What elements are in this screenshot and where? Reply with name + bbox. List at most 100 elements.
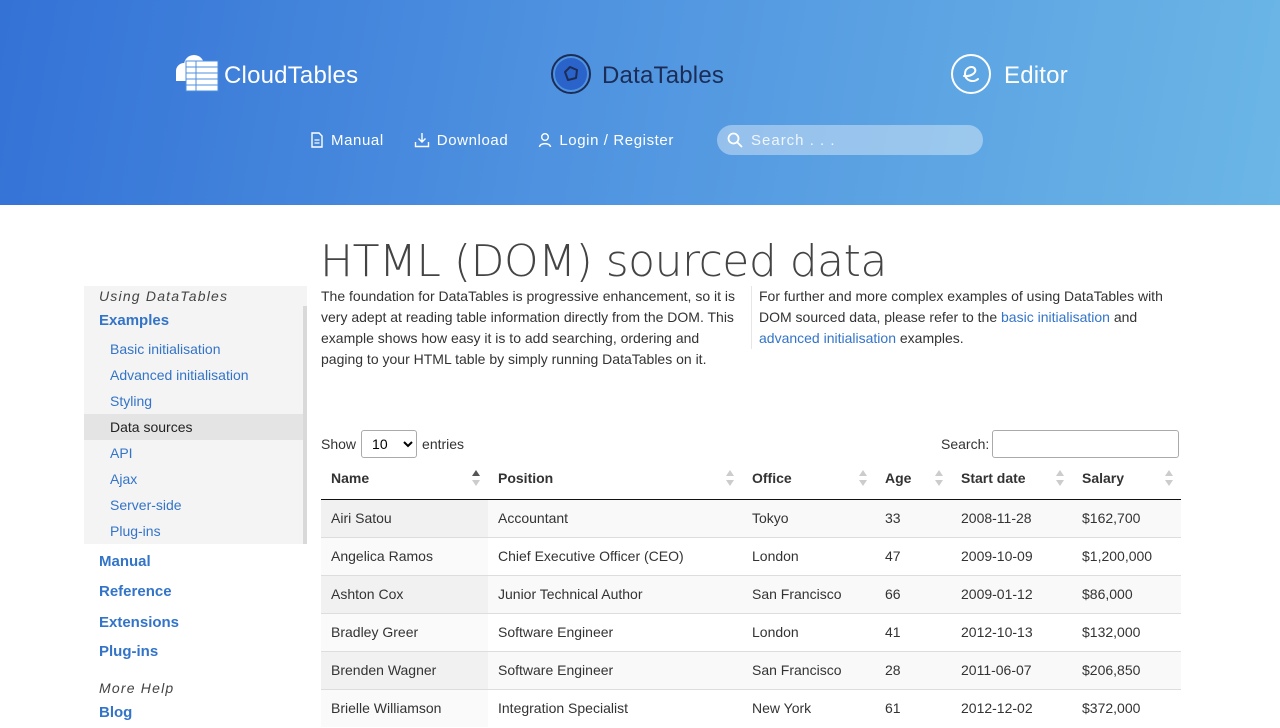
sidebar-more-help-heading: More Help (99, 680, 175, 696)
cell-start-date: 2011-06-07 (951, 650, 1072, 689)
cell-salary: $372,000 (1072, 688, 1181, 727)
cell-age: 66 (875, 574, 951, 613)
cell-start-date: 2012-12-02 (951, 688, 1072, 727)
cell-salary: $86,000 (1072, 574, 1181, 613)
cell-office: San Francisco (742, 574, 875, 613)
sort-icon (935, 470, 943, 486)
sidebar-scrollbar[interactable] (303, 306, 307, 544)
cell-age: 61 (875, 688, 951, 727)
header-nav: Manual Download Login / Register (310, 124, 704, 156)
editor-brand-link[interactable]: Editor (950, 52, 1068, 100)
table-search-label: Search: (941, 436, 990, 452)
table-row[interactable]: Angelica Ramos Chief Executive Officer (… (321, 536, 1181, 575)
column-label: Age (885, 470, 912, 487)
page-title: HTML (DOM) sourced data (320, 236, 887, 287)
sidebar-item-ajax[interactable]: Ajax (84, 466, 307, 492)
table-row[interactable]: Brenden Wagner Software Engineer San Fra… (321, 650, 1181, 689)
nav-manual-link[interactable]: Manual (310, 132, 384, 149)
sidebar-item-blog[interactable]: Blog (84, 698, 307, 728)
length-show-label: Show (321, 436, 357, 452)
entries-per-page-select[interactable]: 10 (361, 430, 418, 458)
sidebar-item-reference[interactable]: Reference (84, 577, 307, 607)
column-label: Salary (1082, 470, 1125, 487)
cell-position: Software Engineer (488, 650, 742, 689)
column-header-office[interactable]: Office (742, 458, 875, 500)
nav-download-label: Download (436, 131, 509, 149)
sort-icon (859, 470, 867, 486)
editor-brand-label: Editor (1004, 62, 1068, 89)
cell-salary: $162,700 (1072, 499, 1181, 537)
cell-position: Software Engineer (488, 612, 742, 651)
table-filter-control: Search: (941, 430, 1180, 458)
cell-position: Accountant (488, 499, 742, 537)
sidebar-item-api[interactable]: API (84, 440, 307, 466)
column-header-start-date[interactable]: Start date (951, 458, 1072, 500)
sidebar-item-basic-initialisation[interactable]: Basic initialisation (84, 336, 307, 362)
nav-login-link[interactable]: Login / Register (538, 132, 674, 149)
sidebar-item-manual[interactable]: Manual (84, 547, 307, 577)
cell-start-date: 2009-01-12 (951, 574, 1072, 613)
cell-age: 47 (875, 536, 951, 575)
sidebar-item-extensions[interactable]: Extensions (84, 607, 307, 637)
nav-login-label: Login / Register (559, 131, 674, 149)
sort-icon (726, 470, 734, 486)
datatables-brand-link[interactable]: DataTables (550, 52, 724, 100)
table-length-control: Show 10 entries (321, 430, 464, 458)
site-header: CloudTables DataTables Editor Manual Dow… (0, 0, 1280, 205)
column-label: Name (331, 470, 370, 487)
cell-name: Brenden Wagner (321, 650, 488, 689)
table-search-input[interactable] (992, 430, 1180, 458)
sidebar-item-styling[interactable]: Styling (84, 388, 307, 414)
cell-name: Brielle Williamson (321, 688, 488, 727)
cell-office: New York (742, 688, 875, 727)
cell-salary: $132,000 (1072, 612, 1181, 651)
download-icon (414, 133, 429, 148)
column-header-position[interactable]: Position (488, 458, 742, 500)
cell-start-date: 2009-10-09 (951, 536, 1072, 575)
sidebar-item-server-side[interactable]: Server-side (84, 492, 307, 518)
cloudtables-logo-icon (172, 53, 220, 100)
document-icon (311, 132, 323, 148)
table-row[interactable]: Airi Satou Accountant Tokyo 33 2008-11-2… (321, 499, 1181, 537)
basic-initialisation-link[interactable]: basic initialisation (1001, 309, 1110, 325)
column-header-name[interactable]: Name (321, 458, 488, 500)
nav-manual-label: Manual (331, 131, 384, 149)
cell-name: Bradley Greer (321, 612, 488, 651)
data-table: Name Position Office Age Start date Sala… (321, 458, 1181, 727)
sort-icon (472, 470, 480, 486)
advanced-initialisation-link[interactable]: advanced initialisation (759, 330, 896, 346)
cell-office: London (742, 612, 875, 651)
intro-right-paragraph: For further and more complex examples of… (751, 286, 1181, 349)
sidebar-panel: Using DataTables Examples Basic initiali… (84, 286, 307, 544)
sidebar-item-data-sources[interactable]: Data sources (84, 414, 307, 440)
cell-salary: $206,850 (1072, 650, 1181, 689)
cell-office: Tokyo (742, 499, 875, 537)
cloudtables-brand-label: CloudTables (224, 62, 359, 89)
cell-office: San Francisco (742, 650, 875, 689)
column-label: Office (752, 470, 792, 487)
intro-right-text-2: and (1109, 309, 1138, 325)
sidebar-heading: Using DataTables (99, 288, 229, 304)
sidebar-item-plug-ins[interactable]: Plug-ins (84, 518, 307, 544)
cloudtables-brand-link[interactable]: CloudTables (172, 52, 358, 100)
cell-age: 41 (875, 612, 951, 651)
datatables-brand-label: DataTables (602, 62, 725, 89)
column-header-salary[interactable]: Salary (1072, 458, 1181, 500)
cell-salary: $1,200,000 (1072, 536, 1181, 575)
sort-icon (1056, 470, 1064, 486)
site-search-input[interactable] (751, 131, 971, 149)
sidebar-item-plugins[interactable]: Plug-ins (84, 637, 307, 667)
cell-name: Angelica Ramos (321, 536, 488, 575)
column-header-age[interactable]: Age (875, 458, 951, 500)
table-row[interactable]: Ashton Cox Junior Technical Author San F… (321, 574, 1181, 613)
cell-position: Chief Executive Officer (CEO) (488, 536, 742, 575)
cell-age: 33 (875, 499, 951, 537)
table-row[interactable]: Brielle Williamson Integration Specialis… (321, 688, 1181, 727)
table-row[interactable]: Bradley Greer Software Engineer London 4… (321, 612, 1181, 651)
nav-download-link[interactable]: Download (414, 132, 509, 149)
cell-name: Ashton Cox (321, 574, 488, 613)
sidebar-item-examples[interactable]: Examples (84, 306, 307, 336)
sidebar-item-advanced-initialisation[interactable]: Advanced initialisation (84, 362, 307, 388)
table-header-row: Name Position Office Age Start date Sala… (321, 458, 1181, 500)
cell-office: London (742, 536, 875, 575)
